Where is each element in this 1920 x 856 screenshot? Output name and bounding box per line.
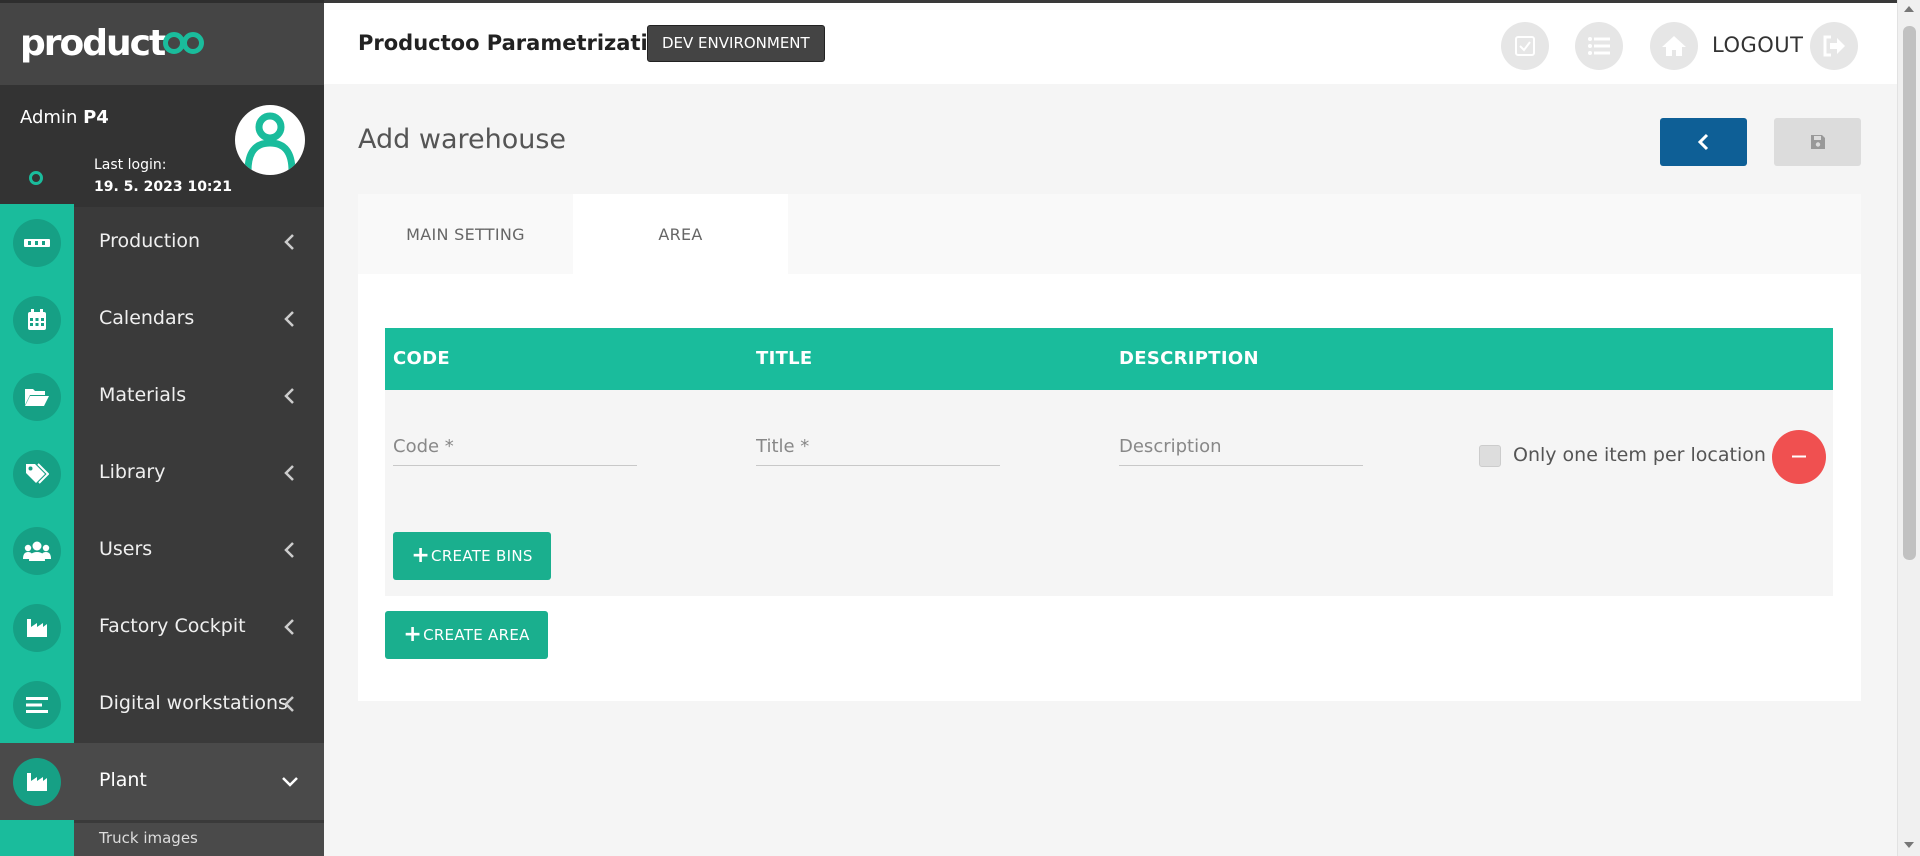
- scroll-up-arrow-icon[interactable]: [1904, 6, 1914, 12]
- sidebar-item-plant[interactable]: Plant: [0, 743, 324, 820]
- tab-area[interactable]: AREA: [573, 194, 788, 274]
- chevron-left-icon: [284, 234, 294, 250]
- area-card: CODE TITLE DESCRIPTION Only one item per…: [358, 274, 1861, 701]
- list-icon: [1588, 37, 1610, 55]
- productoo-logo[interactable]: product: [20, 21, 205, 65]
- factory-icon: [13, 758, 61, 806]
- chevron-left-icon: [1697, 133, 1708, 151]
- chevron-left-icon: [284, 388, 294, 404]
- avatar[interactable]: [235, 105, 305, 175]
- only-one-item-label[interactable]: Only one item per location: [1513, 444, 1766, 466]
- logo-oo-mark: [163, 32, 205, 54]
- sidebar-item-label: Materials: [99, 384, 187, 406]
- chevron-left-icon: [284, 465, 294, 481]
- top-bar: Productoo Parametrization DEV ENVIRONMEN…: [324, 0, 1897, 84]
- create-bins-label: CREATE BINS: [431, 547, 533, 565]
- sidebar-item-users[interactable]: Users: [0, 512, 324, 589]
- user-name-prefix: Admin: [20, 107, 78, 128]
- sidebar-item-label: Plant: [99, 769, 147, 791]
- sidebar-item-label: Factory Cockpit: [99, 615, 246, 637]
- home-button[interactable]: [1650, 22, 1698, 70]
- plus-icon: +: [403, 622, 423, 647]
- remove-row-button[interactable]: [1772, 430, 1826, 484]
- chevron-left-icon: [284, 696, 294, 712]
- description-field: [1119, 434, 1363, 466]
- description-input[interactable]: [1119, 434, 1363, 459]
- chevron-left-icon: [284, 542, 294, 558]
- sidebar-item-label: Digital workstations: [99, 692, 288, 714]
- sidebar-item-production[interactable]: Production: [0, 204, 324, 281]
- column-header-code: CODE: [393, 348, 450, 369]
- sidebar-item-label: Users: [99, 538, 153, 560]
- conveyor-icon: [13, 219, 61, 267]
- user-block: Admin P4 Last login: 19. 5. 2023 10:21: [0, 85, 324, 207]
- sidebar-item-label: Calendars: [99, 307, 195, 329]
- column-header-title: TITLE: [756, 348, 813, 369]
- page-title: Add warehouse: [358, 124, 567, 155]
- scroll-down-arrow-icon[interactable]: [1904, 842, 1914, 848]
- create-bins-button[interactable]: + CREATE BINS: [393, 532, 551, 580]
- folder-open-icon: [13, 373, 61, 421]
- online-status-icon: [29, 171, 43, 185]
- table-row: Only one item per location + CREATE BINS: [385, 390, 1833, 596]
- last-login-value: 19. 5. 2023 10:21: [94, 179, 233, 195]
- sidebar-item-factory-cockpit[interactable]: Factory Cockpit: [0, 589, 324, 666]
- list-lines-icon: [13, 681, 61, 729]
- only-one-item-checkbox[interactable]: [1479, 445, 1501, 467]
- column-header-description: DESCRIPTION: [1119, 348, 1259, 369]
- sidebar-item-library[interactable]: Library: [0, 435, 324, 512]
- chevron-left-icon: [284, 619, 294, 635]
- logo-bar: product: [0, 3, 324, 85]
- factory-icon: [13, 604, 61, 652]
- back-button[interactable]: [1660, 118, 1747, 166]
- sidebar-item-label: Library: [99, 461, 166, 483]
- user-name: Admin P4: [20, 107, 109, 128]
- tags-icon: [13, 450, 61, 498]
- tab-bar: MAIN SETTING AREA: [358, 194, 1861, 274]
- create-area-button[interactable]: + CREATE AREA: [385, 611, 548, 659]
- user-avatar-icon: [244, 112, 296, 172]
- code-field: [393, 434, 637, 466]
- home-icon: [1662, 36, 1686, 56]
- checkbox-icon: [1515, 36, 1535, 56]
- create-area-label: CREATE AREA: [423, 626, 530, 644]
- floppy-disk-icon: [1810, 135, 1825, 149]
- table-header: CODE TITLE DESCRIPTION: [385, 328, 1833, 390]
- code-input[interactable]: [393, 434, 637, 459]
- tasks-button[interactable]: [1501, 22, 1549, 70]
- last-login-label: Last login:: [94, 157, 167, 173]
- logout-button[interactable]: [1810, 22, 1858, 70]
- save-button[interactable]: [1774, 118, 1861, 166]
- list-button[interactable]: [1575, 22, 1623, 70]
- sidebar-item-digital-workstations[interactable]: Digital workstations: [0, 666, 324, 743]
- sidebar-item-label: Production: [99, 230, 201, 252]
- chevron-down-icon: [282, 777, 298, 787]
- sidebar-subitem-truck-images[interactable]: Truck images: [99, 829, 198, 847]
- vertical-scrollbar[interactable]: [1897, 0, 1920, 856]
- plus-icon: +: [411, 543, 431, 568]
- app-title: Productoo Parametrization: [358, 31, 678, 55]
- tab-main-setting[interactable]: MAIN SETTING: [358, 194, 573, 274]
- logo-text: product: [20, 22, 166, 64]
- minus-icon: [1792, 455, 1806, 458]
- chevron-left-icon: [284, 311, 294, 327]
- sign-out-icon: [1823, 35, 1845, 57]
- sidebar-item-calendars[interactable]: Calendars: [0, 281, 324, 358]
- calendar-icon: [13, 296, 61, 344]
- logout-label[interactable]: LOGOUT: [1712, 33, 1803, 57]
- user-name-suffix: P4: [83, 107, 109, 128]
- title-field: [756, 434, 1000, 466]
- environment-badge: DEV ENVIRONMENT: [647, 25, 825, 62]
- users-icon: [13, 527, 61, 575]
- sidebar-item-materials[interactable]: Materials: [0, 358, 324, 435]
- title-input[interactable]: [756, 434, 1000, 459]
- sidebar-nav: Production Calendars Materials Library U…: [0, 204, 324, 820]
- scrollbar-thumb[interactable]: [1903, 26, 1916, 560]
